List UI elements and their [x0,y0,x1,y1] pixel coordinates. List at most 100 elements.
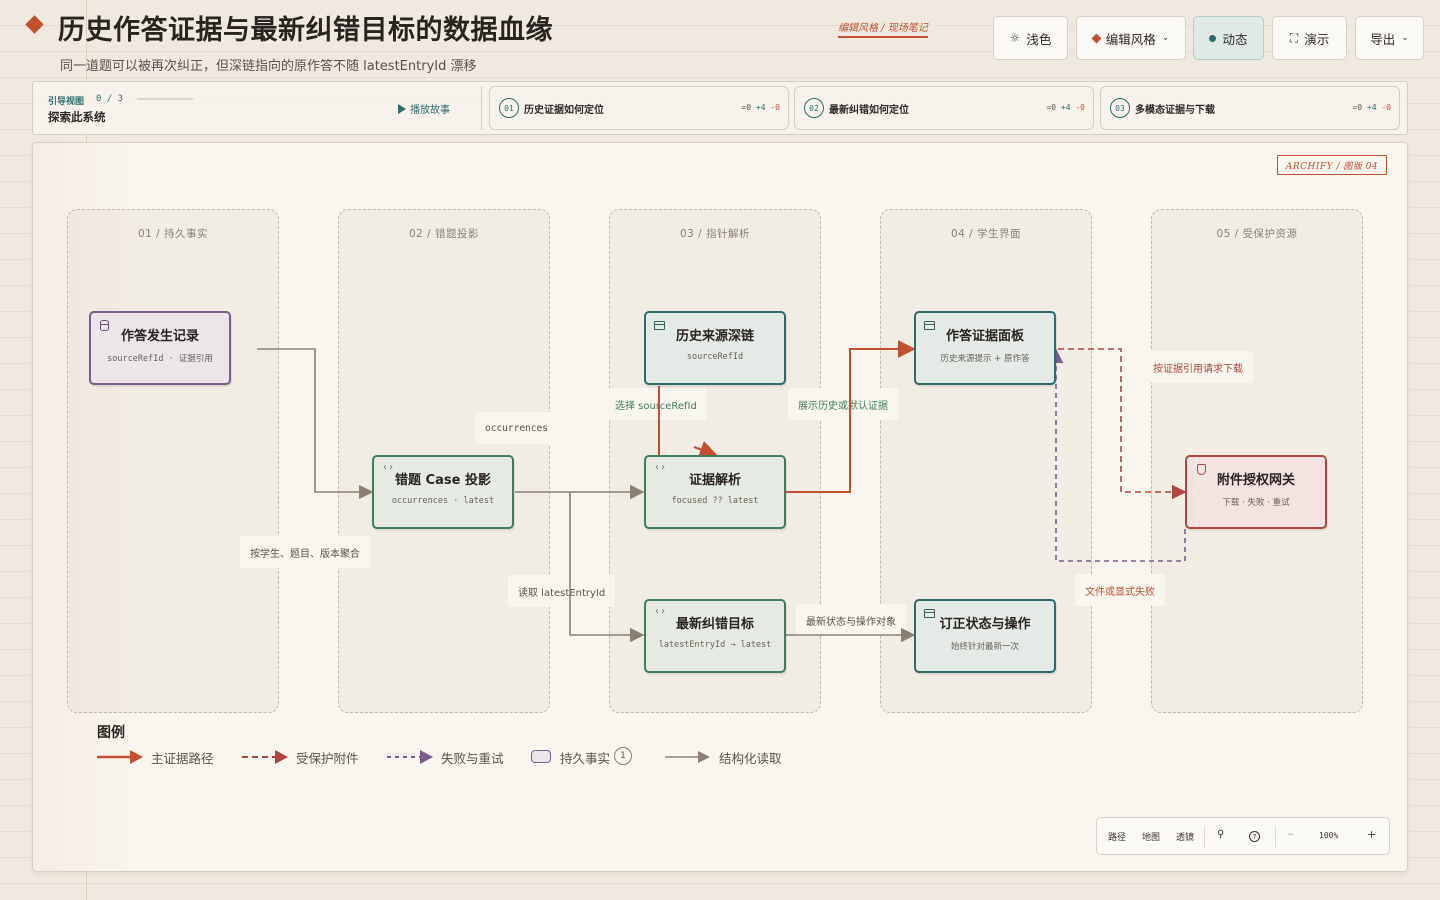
zoom-divider [1275,827,1276,847]
node-attempt-record[interactable]: 作答发生记录 sourceRefId · 证据引用 [89,311,231,385]
step-diff: =0 +4 -0 [741,103,780,112]
node-subtitle: 始终针对最新一次 [950,642,1019,652]
search-icon[interactable]: ⚲ [1217,829,1224,840]
node-evidence-panel[interactable]: 作答证据面板 历史来源提示 + 原作答 [914,311,1056,385]
edge-label-latest-state: 最新状态与操作对象 [796,604,906,636]
plate-stamp: ARCHIFY / 图版 04 [1277,155,1387,175]
legend-item: 受保护附件 [296,751,359,766]
style-tag: 编辑风格 / 现场笔记 [838,19,928,38]
lane-title: 02 / 错题投影 [408,228,480,240]
diff-add: +4 [1060,103,1071,112]
step-number: 02 [804,98,824,118]
node-history-deeplink[interactable]: 历史来源深链 sourceRefId [644,311,786,385]
edge-label-request-download: 按证据引用请求下载 [1143,351,1253,383]
motion-toggle[interactable]: 动态 [1193,16,1264,60]
node-evidence-resolve[interactable]: ‹› 证据解析 focused ?? latest [644,455,786,529]
step-diff: =0 +4 -0 [1352,103,1391,112]
edge-label-read-latest: 读取 latestEntryId [508,575,616,607]
diff-add: +4 [1366,103,1377,112]
legend-protected-attachment-icon [242,750,288,764]
lane-title: 03 / 指针解析 [679,228,751,240]
legend-item: 持久事实 [560,751,611,766]
legend-persistent-fact-icon [531,750,551,763]
node-subtitle: focused ?? latest [671,496,759,506]
node-title: 最新纠错目标 [675,617,754,632]
diff-remove: -0 [1075,103,1085,112]
page-title: 历史作答证据与最新纠错目标的数据血缘 [58,15,553,46]
node-subtitle: sourceRefId [686,352,744,362]
node-title: 作答证据面板 [945,329,1024,344]
zoom-level: 100% [1319,831,1339,840]
node-attachment-gateway[interactable]: 附件授权网关 下载 · 失败 · 重试 [1185,455,1327,529]
style-dropdown[interactable]: 编辑风格 ⌄ [1076,16,1186,60]
edge-label-explicit-fail: 文件或显式失败 [1075,574,1165,606]
step-number: 01 [499,98,519,118]
node-wrong-case-projection[interactable]: ‹› 错题 Case 投影 occurrences · latest [372,455,514,529]
legend-item: 主证据路径 [151,751,214,766]
sun-icon: ☼ [1009,31,1021,45]
export-dropdown[interactable]: 导出 ⌄ [1355,16,1424,60]
play-icon [398,103,406,114]
lens-mode-button[interactable]: 透镜 [1176,830,1194,843]
zoom-out-button[interactable]: − [1287,830,1295,840]
edge-label-text: 选择 sourceRefId [615,400,697,412]
theme-button[interactable]: ☼ 浅色 [993,16,1068,60]
present-button[interactable]: ⛶ 演示 [1272,16,1347,60]
play-story-button[interactable]: 播放故事 [398,101,450,116]
edge-label-show-evidence: 展示历史或默认证据 [788,388,898,420]
legend-count-badge: 1 [614,747,632,765]
guide-count: 0 / 3 [96,94,124,104]
legend-fail-retry-icon [387,750,433,764]
zoom-in-button[interactable]: + [1367,828,1376,841]
diff-add: +4 [755,103,766,112]
present-button-label: 演示 [1304,31,1330,47]
node-subtitle: sourceRefId · 证据引用 [107,354,213,364]
chevron-down-icon: ⌄ [1161,32,1170,43]
page-subtitle: 同一道题可以被再次纠正，但深链指向的原作答不随 latestEntryId 漂移 [60,59,477,74]
node-latest-correction-target[interactable]: ‹› 最新纠错目标 latestEntryId → latest [644,599,786,673]
diff-equal: =0 [1046,103,1057,112]
node-subtitle: 历史来源提示 + 原作答 [940,354,1030,364]
diff-equal: =0 [1352,103,1363,112]
node-title: 历史来源深链 [675,329,754,344]
zoom-divider [1204,827,1205,847]
path-mode-button[interactable]: 路径 [1108,830,1126,843]
legend-title: 图例 [97,725,125,741]
legend-main-path-icon [97,750,143,764]
edge-label-select-source: 选择 sourceRefId [605,388,707,420]
guide-explore-title: 探索此系统 [48,110,106,124]
diff-equal: =0 [741,103,752,112]
motion-toggle-label: 动态 [1222,31,1248,47]
chevron-down-icon: ⌄ [1401,32,1409,43]
guide-step-1[interactable]: 01 历史证据如何定位 =0 +4 -0 [489,86,789,130]
step-label: 多模态证据与下载 [1135,104,1215,116]
guide-step-2[interactable]: 02 最新纠错如何定位 =0 +4 -0 [794,86,1094,130]
export-dropdown-label: 导出 [1370,31,1396,47]
play-story-label: 播放故事 [410,105,450,116]
node-revision-status[interactable]: 订正状态与操作 始终针对最新一次 [914,599,1056,673]
node-title: 证据解析 [688,473,741,488]
legend-item: 失败与重试 [441,751,504,766]
node-title: 作答发生记录 [120,329,199,344]
guide-label: 引导视图 [48,97,85,107]
node-title: 错题 Case 投影 [395,473,491,488]
node-title: 附件授权网关 [1216,473,1295,488]
node-subtitle: latestEntryId → latest [658,640,772,650]
edge-label-occurrences: occurrences [475,412,558,444]
node-title: 订正状态与操作 [939,617,1031,632]
lane-title: 04 / 学生界面 [950,228,1022,240]
theme-button-label: 浅色 [1026,31,1052,47]
help-icon[interactable]: ? [1249,831,1260,842]
guide-progress-bar [137,98,193,100]
style-dropdown-label: 编辑风格 [1105,31,1156,47]
map-mode-button[interactable]: 地图 [1142,830,1160,843]
motion-dot-icon [1209,34,1217,42]
node-subtitle: 下载 · 失败 · 重试 [1222,498,1290,508]
lane-persistent-facts [67,209,279,713]
legend-structured-read-icon [665,751,710,763]
step-number: 03 [1110,98,1130,118]
step-label: 历史证据如何定位 [524,104,604,116]
step-label: 最新纠错如何定位 [829,104,909,116]
diff-remove: -0 [1381,103,1391,112]
guide-step-3[interactable]: 03 多模态证据与下载 =0 +4 -0 [1100,86,1400,130]
